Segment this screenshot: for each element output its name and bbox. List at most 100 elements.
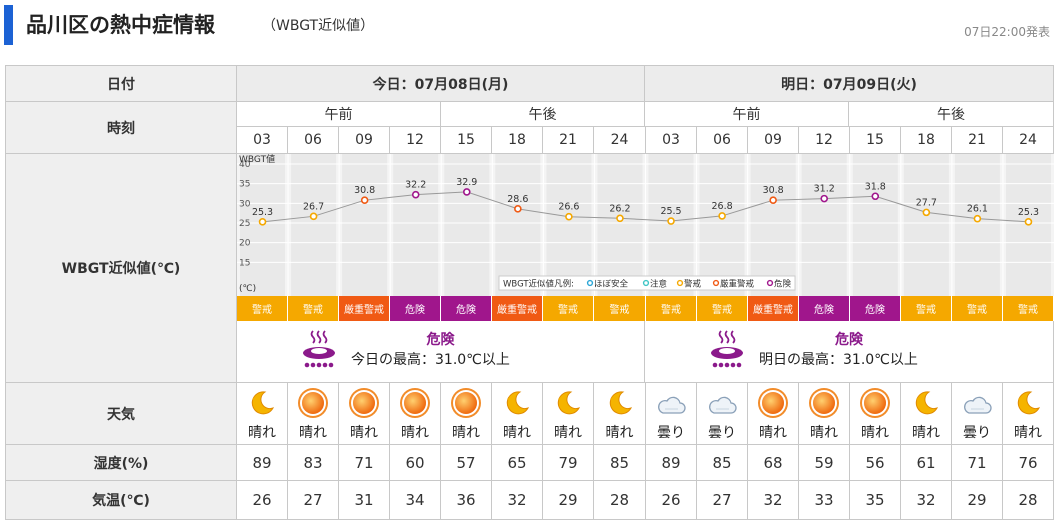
chart-column-band [546, 154, 592, 296]
cloud-icon [962, 388, 992, 418]
hour-cell: 09 [339, 127, 390, 154]
chart-column-band [852, 154, 898, 296]
weather-cell: 晴れ [492, 383, 543, 445]
wbgt-point [973, 214, 982, 223]
chart-column-band [342, 154, 388, 296]
weather-label: 天気 [6, 383, 237, 445]
today-summary-level: 危険 [426, 332, 455, 348]
chart-column-band [750, 154, 796, 296]
hour-cell: 03 [237, 127, 288, 154]
wbgt-chart-svg: 152025303540WBGT値(℃)25.326.730.832.2 32.9… [237, 154, 1054, 296]
today-am: 午前 [237, 102, 441, 127]
moon-icon [502, 388, 532, 418]
wbgt-data-label: 32.2 [405, 180, 426, 191]
wbgt-level-cell: 警戒 [952, 296, 1003, 321]
chart-column-band [495, 154, 541, 296]
wbgt-data-label: 26.2 [609, 203, 630, 214]
wbgt-data-label: 25.5 [660, 206, 681, 217]
weather-cell: 晴れ [543, 383, 594, 445]
weather-text: 晴れ [861, 425, 889, 441]
temperature-cell: 27 [697, 481, 748, 520]
temperature-cell: 32 [748, 481, 799, 520]
temperature-cell: 29 [952, 481, 1003, 520]
temperature-cell: 26 [237, 481, 288, 520]
page-subtitle: （WBGT近似値） [262, 18, 375, 34]
y-axis-unit: (℃) [239, 284, 256, 294]
wbgt-point [667, 217, 675, 225]
humidity-cell: 61 [901, 445, 952, 481]
hour-cell: 06 [697, 127, 748, 154]
weather-cell: 晴れ [1003, 383, 1054, 445]
chart-column-band [597, 154, 643, 296]
wbgt-point [360, 196, 369, 204]
wbgt-level-cell: 危険 [799, 296, 850, 321]
humidity-cell: 76 [1003, 445, 1054, 481]
wbgt-point [871, 192, 880, 201]
day-header-tomorrow: 明日：07月09日(火) [645, 66, 1054, 102]
temperature-cell: 36 [441, 481, 492, 520]
weather-text: 晴れ [350, 425, 378, 441]
y-tick-label: 35 [239, 180, 250, 190]
weather-text: 晴れ [299, 425, 327, 441]
wbgt-point [1024, 218, 1033, 226]
tomorrow-summary: 危険 明日の最高：31.0℃以上 [645, 321, 1054, 383]
temperature-label: 気温(℃) [6, 481, 237, 520]
chart-column-band [393, 154, 439, 296]
weather-text: 晴れ [248, 425, 276, 441]
temperature-cell: 32 [901, 481, 952, 520]
temperature-cell: 34 [390, 481, 441, 520]
tomorrow-summary-max: 明日の最高：31.0℃以上 [759, 352, 918, 368]
humidity-cell: 83 [288, 445, 339, 481]
temperature-cell: 28 [1003, 481, 1054, 520]
tomorrow-summary-level: 危険 [835, 332, 863, 348]
wbgt-data-label: 25.3 [1018, 207, 1039, 218]
legend-marker [712, 279, 720, 287]
temperature-cell: 26 [646, 481, 697, 520]
moon-icon [911, 388, 941, 418]
wbgt-chart: 15 20 25 30 35 40 WBGT値 (℃) 25.3 26.7 30.8 32.2 32.9… [237, 154, 1054, 296]
sun-icon [349, 388, 379, 418]
time-label: 時刻 [6, 102, 237, 154]
weather-text: 曇り [963, 425, 991, 441]
temperature-cell: 27 [288, 481, 339, 520]
weather-cell: 晴れ [390, 383, 441, 445]
hour-cell: 12 [390, 127, 441, 154]
weather-cell: 晴れ [288, 383, 339, 445]
wbgt-level-cell: 警戒 [1003, 296, 1054, 321]
weather-text: 晴れ [401, 425, 429, 441]
wbgt-level-cell: 警戒 [237, 296, 288, 321]
weather-text: 晴れ [912, 425, 940, 441]
wbgt-point [258, 218, 267, 226]
moon-icon [553, 388, 583, 418]
wbgt-level-cell: 厳重警戒 [492, 296, 543, 321]
hour-cell: 21 [543, 127, 594, 154]
legend-marker [676, 279, 684, 287]
date-label: 日付 [6, 66, 237, 102]
legend-entry: 厳重警戒 [720, 279, 755, 290]
humidity-cell: 71 [339, 445, 390, 481]
humidity-cell: 71 [952, 445, 1003, 481]
wbgt-data-label: 25.3 [252, 207, 273, 218]
wbgt-level-cell: 警戒 [697, 296, 748, 321]
day-header-today: 今日：07月08日(月) [237, 66, 645, 102]
y-tick-label: 25 [239, 219, 250, 229]
wbgt-data-label: 30.8 [763, 185, 784, 196]
chart-legend-title: WBGT近似値凡例: [503, 279, 574, 290]
wbgt-data-label: 27.7 [916, 197, 937, 208]
wbgt-point [309, 212, 318, 221]
legend-entry: ほぼ安全 [594, 279, 629, 290]
y-tick-label: 30 [239, 199, 251, 209]
wbgt-point [718, 212, 726, 220]
temperature-cell: 28 [594, 481, 646, 520]
today-summary: 危険 今日の最高：31.0℃以上 [237, 321, 645, 383]
page-header: 品川区の熱中症情報 （WBGT近似値） 07日22:00発表 [0, 0, 1056, 46]
weather-cell: 晴れ [799, 383, 850, 445]
wbgt-data-label: 31.8 [865, 181, 886, 192]
humidity-cell: 65 [492, 445, 543, 481]
hour-cell: 06 [288, 127, 339, 154]
weather-cell: 曇り [646, 383, 697, 445]
wbgt-data-label: 31.2 [814, 184, 835, 195]
weather-text: 晴れ [810, 425, 838, 441]
wbgt-point [820, 194, 829, 203]
weather-text: 晴れ [503, 425, 531, 441]
